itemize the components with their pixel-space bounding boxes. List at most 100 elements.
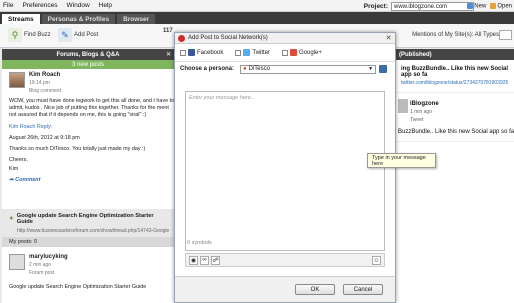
tabbar: Streams Personas & Profiles Browser — [0, 12, 514, 24]
post-source: Blog comment — [29, 88, 61, 94]
list-item[interactable]: ing BuzzBundle.. Like this new Social ap… — [396, 60, 514, 93]
post-author-block: Kim Roach 19:14 pm Blog comment — [9, 72, 167, 94]
project-area: Project: www.iblogzone.com ▼ — [364, 1, 474, 11]
checkbox[interactable] — [282, 49, 289, 56]
avatar — [9, 72, 25, 88]
close-icon[interactable]: ✕ — [166, 51, 171, 58]
post-title-text: Google update Search Engine Optimization… — [16, 213, 154, 225]
checkbox[interactable] — [180, 49, 186, 56]
app-icon — [178, 34, 185, 42]
twitter-icon — [243, 49, 251, 56]
checkbox[interactable] — [235, 49, 242, 56]
pin-icon: ✦ — [9, 216, 14, 222]
project-select[interactable]: www.iblogzone.com ▼ — [391, 1, 474, 11]
network-facebook[interactable]: Facebook — [180, 49, 223, 56]
item-link[interactable]: twitter.com/iblogzone/status/27343707819… — [401, 80, 509, 86]
close-icon[interactable]: ✕ — [384, 34, 393, 42]
attachment-bar: ◉ ∞ ☍ ☺ — [185, 253, 385, 267]
persona-label: Choose a persona: — [180, 66, 235, 72]
menu-preferences[interactable]: Preferences — [22, 2, 57, 9]
tab-browser[interactable]: Browser — [117, 14, 156, 24]
menu-window[interactable]: Window — [67, 2, 90, 9]
project-label: Project: — [363, 2, 388, 10]
persona-icon: ● — [243, 66, 247, 72]
new-button[interactable]: New — [467, 2, 487, 10]
author-name[interactable]: Kim Roach — [29, 72, 61, 78]
column-header: Forums, Blogs & Q&A ✕ — [2, 49, 174, 60]
network-selector: Facebook Twitter Google+ — [175, 44, 395, 62]
add-post-dialog: Add Post to Social Network(s) ✕ Facebook… — [174, 32, 396, 303]
right-column: (Published) ing BuzzBundle.. Like this n… — [396, 49, 514, 303]
item-type: Tweet — [410, 117, 424, 123]
tab-streams[interactable]: Streams — [2, 14, 40, 24]
reply-cheers: Cheers, — [9, 157, 28, 163]
reply-text: Thanks so much DiTesco. You totally just… — [9, 146, 146, 152]
ok-button[interactable]: OK — [295, 284, 335, 295]
column-header: (Published) — [396, 49, 514, 60]
user-icon[interactable] — [379, 65, 388, 73]
open-button[interactable]: Open — [490, 2, 512, 10]
network-label: Google+ — [299, 49, 322, 56]
post-time: 2 min ago — [29, 262, 51, 268]
mentions-filter-select[interactable] — [499, 30, 512, 40]
list-item[interactable]: iBlogzone 1 min ago Tweet BuzzBundle.. L… — [396, 93, 514, 142]
post-source: Forum post — [29, 270, 55, 276]
column-title: Forums, Blogs & Q&A — [56, 51, 120, 58]
menubar: File Preferences Window Help Project: ww… — [0, 0, 514, 12]
post-body-line: admit, kudos . Nice job of putting this … — [9, 105, 169, 111]
avatar — [398, 99, 408, 113]
author-name[interactable]: marylucyking — [29, 254, 68, 260]
search-icon: ⚲ — [8, 28, 22, 42]
persona-select[interactable]: ● DiTesco ▼ — [240, 64, 377, 74]
post-author-block: marylucyking 2 min ago Forum post — [9, 254, 167, 276]
add-post-label: Add Post — [74, 32, 99, 38]
item-body: BuzzBundle.. Like this new Social app so… — [398, 129, 514, 135]
add-post-button[interactable]: ✎ Add Post — [58, 28, 98, 42]
my-posts-bar[interactable]: My posts: 0 — [2, 237, 174, 247]
post-item[interactable]: Kim Roach 19:14 pm Blog comment WOW, you… — [2, 69, 174, 186]
post-title: ✦ Google update Search Engine Optimizati… — [9, 213, 167, 225]
location-icon[interactable]: ◉ — [189, 255, 198, 265]
chevron-down-icon: ▼ — [368, 66, 374, 72]
menu-help[interactable]: Help — [99, 2, 112, 9]
new-icon — [467, 2, 474, 9]
post-url[interactable]: http://www.businessadviceforum.com/showt… — [17, 228, 169, 234]
emoticon-icon[interactable]: ☺ — [372, 256, 381, 265]
tab-personas-profiles[interactable]: Personas & Profiles — [41, 14, 116, 24]
project-value: www.iblogzone.com — [394, 3, 448, 10]
post-body-line: not assured that if it depends on me, th… — [9, 112, 147, 118]
comment-label: Comment — [15, 177, 41, 183]
attach-icon[interactable]: ∞ — [200, 255, 209, 265]
toolbar-count: 117 — [163, 28, 173, 34]
comment-link[interactable]: ➦ Comment — [9, 177, 167, 183]
new-posts-bar[interactable]: 3 new posts — [2, 60, 174, 69]
googleplus-icon — [290, 49, 298, 56]
new-label: New — [474, 3, 487, 10]
find-buzz-label: Find Buzz — [24, 32, 51, 38]
reply-author-link[interactable]: Kim Roach Reply: — [9, 124, 167, 130]
menu-file[interactable]: File — [3, 2, 13, 9]
symbol-counter: 0 symbols — [187, 240, 212, 246]
network-googleplus[interactable]: Google+ — [282, 49, 322, 56]
network-twitter[interactable]: Twitter — [235, 49, 270, 56]
network-label: Facebook — [197, 49, 224, 56]
cancel-button[interactable]: Cancel — [343, 284, 383, 295]
left-column: Forums, Blogs & Q&A ✕ 3 new posts Kim Ro… — [2, 49, 174, 303]
message-input[interactable]: Enter your message here... — [185, 91, 385, 251]
persona-row: Choose a persona: ● DiTesco ▼ — [175, 62, 395, 76]
post-time: 19:14 pm — [29, 80, 50, 86]
item-title: ing BuzzBundle.. Like this new Social ap… — [401, 66, 509, 78]
reply-date: August 26th, 2012 at 9:18 pm — [9, 135, 80, 141]
open-label: Open — [497, 3, 512, 10]
dialog-title: Add Post to Social Network(s) — [188, 35, 268, 41]
avatar — [9, 254, 25, 270]
comment-icon: ➦ — [9, 177, 14, 183]
item-author: iBlogzone — [410, 101, 439, 107]
find-buzz-button[interactable]: ⚲ Find Buzz — [8, 28, 51, 42]
post-body-line: WOW, you must have done legwork to get t… — [9, 98, 175, 104]
link-icon[interactable]: ☍ — [211, 255, 220, 265]
mentions-filter-label: Mentions of My Site(s): All Types — [412, 32, 499, 38]
post-item[interactable]: marylucyking 2 min ago Forum post Google… — [2, 250, 174, 303]
persona-value: DiTesco — [248, 66, 270, 72]
reply-signature: Kim — [9, 166, 19, 172]
